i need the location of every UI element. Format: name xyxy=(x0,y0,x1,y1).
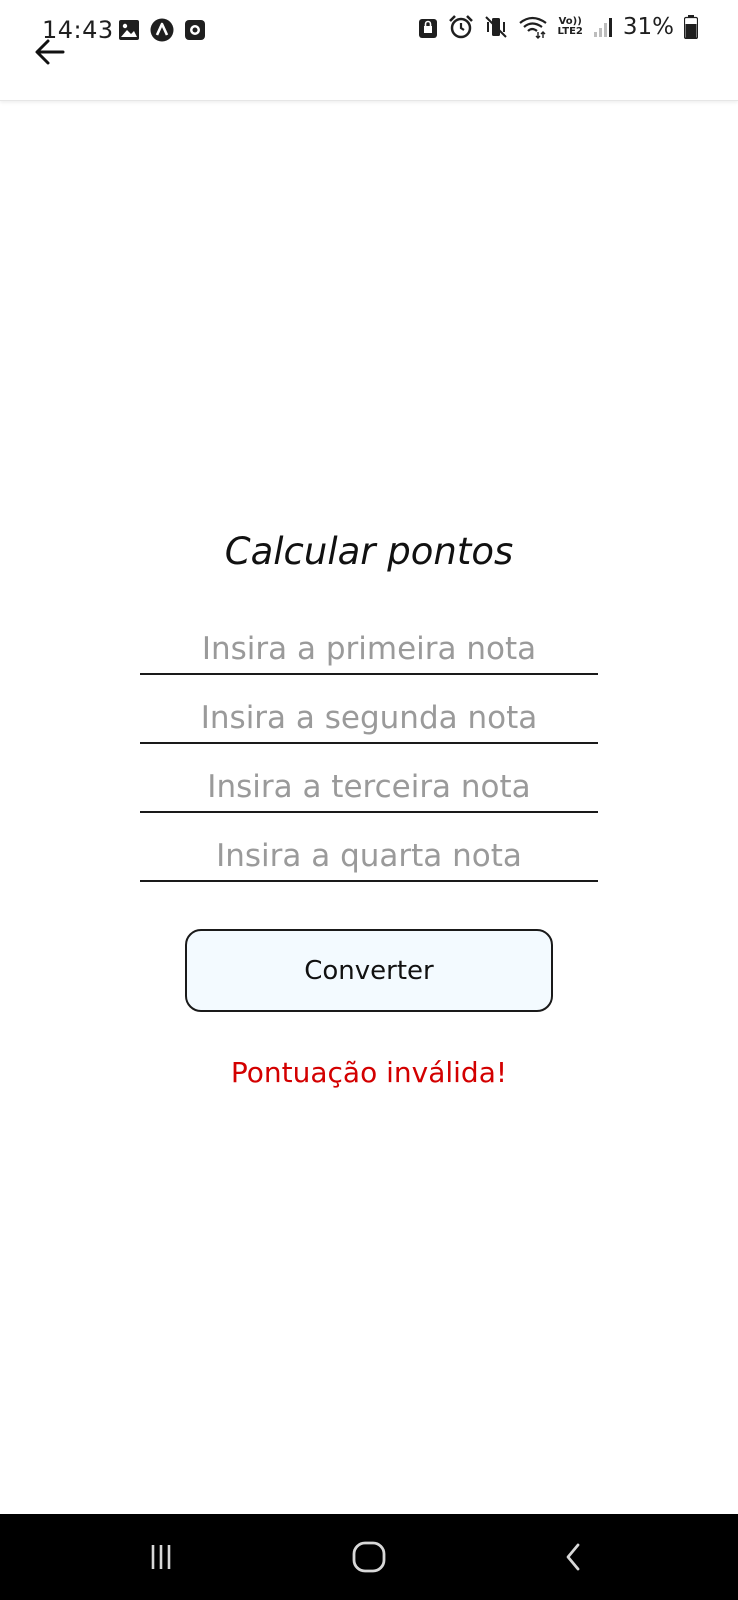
a-circle-icon xyxy=(150,18,174,42)
alarm-icon xyxy=(448,15,473,39)
signal-icon xyxy=(593,18,612,37)
wifi-icon xyxy=(518,16,547,39)
status-time: 14:43 xyxy=(42,16,114,44)
status-right-icons: Vo)) LTE2 31% xyxy=(418,14,698,40)
back-nav-button[interactable] xyxy=(534,1514,614,1600)
network-label-bottom: LTE2 xyxy=(557,26,583,37)
home-button[interactable] xyxy=(329,1514,409,1600)
battery-icon xyxy=(684,15,698,39)
status-left-icons xyxy=(118,18,206,42)
page-title: Calcular pontos xyxy=(224,530,514,573)
network-type: Vo)) LTE2 xyxy=(558,17,583,37)
vibrate-mute-icon xyxy=(484,16,507,38)
battery-percent: 31% xyxy=(622,14,674,40)
second-grade-input[interactable] xyxy=(140,694,598,744)
record-icon xyxy=(185,20,205,40)
gallery-icon xyxy=(119,20,139,40)
status-bar: 14:43 Vo)) LTE2 31% xyxy=(0,0,738,60)
third-grade-input[interactable] xyxy=(140,763,598,813)
first-grade-input[interactable] xyxy=(140,625,598,675)
recents-icon xyxy=(151,1545,171,1569)
back-nav-icon xyxy=(566,1543,580,1571)
recents-button[interactable] xyxy=(121,1514,201,1600)
convert-button[interactable]: Converter xyxy=(185,929,553,1012)
home-icon xyxy=(352,1541,386,1573)
navigation-bar xyxy=(0,1514,738,1600)
lock-badge-icon xyxy=(418,19,437,38)
result-message: Pontuação inválida! xyxy=(230,1056,508,1089)
fourth-grade-input[interactable] xyxy=(140,832,598,882)
